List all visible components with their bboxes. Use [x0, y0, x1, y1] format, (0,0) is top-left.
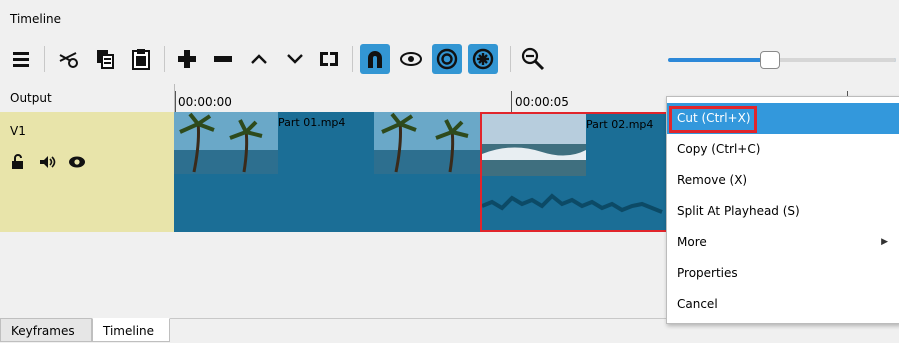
split-icon[interactable] — [314, 44, 344, 74]
visibility-eye-icon[interactable] — [68, 155, 86, 172]
tab-keyframes[interactable]: Keyframes — [0, 318, 92, 342]
paste-icon[interactable] — [126, 44, 156, 74]
output-label-cell: Output — [0, 84, 174, 112]
menu-item-cut[interactable]: Cut (Ctrl+X) — [667, 103, 899, 134]
target-icon[interactable] — [432, 44, 462, 74]
lock-icon[interactable] — [10, 154, 26, 173]
zoom-out-icon[interactable] — [518, 44, 548, 74]
menu-item-remove[interactable]: Remove (X) — [667, 165, 899, 196]
scissors-icon[interactable] — [54, 44, 84, 74]
menu-item-more[interactable]: More ▶ — [667, 227, 899, 258]
menu-item-label: Cancel — [677, 297, 718, 311]
menu-item-label: Remove (X) — [677, 173, 748, 187]
zoom-slider-track[interactable] — [668, 58, 896, 62]
menu-item-label: Properties — [677, 266, 738, 280]
menu-item-cancel[interactable]: Cancel — [667, 289, 899, 320]
track-name: V1 — [10, 124, 26, 138]
magnet-icon[interactable] — [360, 44, 390, 74]
submenu-arrow-icon: ▶ — [881, 237, 888, 247]
volume-icon[interactable] — [38, 155, 56, 172]
zoom-slider-handle[interactable] — [760, 51, 780, 69]
eye-icon[interactable] — [396, 44, 426, 74]
menu-item-properties[interactable]: Properties — [667, 258, 899, 289]
clip-part-01[interactable]: Part 01.mp4 — [174, 112, 481, 232]
output-label: Output — [10, 91, 52, 105]
highlight-box — [669, 106, 757, 133]
tick-label: 00:00:00 — [178, 95, 232, 109]
track-header-v1[interactable]: V1 — [0, 112, 174, 232]
plus-icon[interactable] — [172, 44, 202, 74]
chevron-up-icon[interactable] — [244, 44, 274, 74]
tab-timeline[interactable]: Timeline — [92, 318, 170, 342]
copy-icon[interactable] — [90, 44, 120, 74]
ripple-icon[interactable] — [468, 44, 498, 74]
chevron-down-icon[interactable] — [280, 44, 310, 74]
panel-title: Timeline — [10, 12, 62, 26]
clip-context-menu: Cut (Ctrl+X) Copy (Ctrl+C) Remove (X) Sp… — [666, 96, 899, 324]
menu-item-label: Split At Playhead (S) — [677, 204, 800, 218]
menu-item-split-at-playhead[interactable]: Split At Playhead (S) — [667, 196, 899, 227]
minus-icon[interactable] — [208, 44, 238, 74]
tick-label: 00:00:05 — [515, 95, 569, 109]
menu-item-label: Copy (Ctrl+C) — [677, 142, 761, 156]
clip-label: Part 02.mp4 — [586, 118, 654, 131]
panel-title-bar: Timeline — [0, 0, 899, 34]
menu-item-label: More — [677, 235, 707, 249]
menu-icon[interactable] — [6, 44, 36, 74]
clip-label: Part 01.mp4 — [278, 116, 346, 129]
menu-item-copy[interactable]: Copy (Ctrl+C) — [667, 134, 899, 165]
